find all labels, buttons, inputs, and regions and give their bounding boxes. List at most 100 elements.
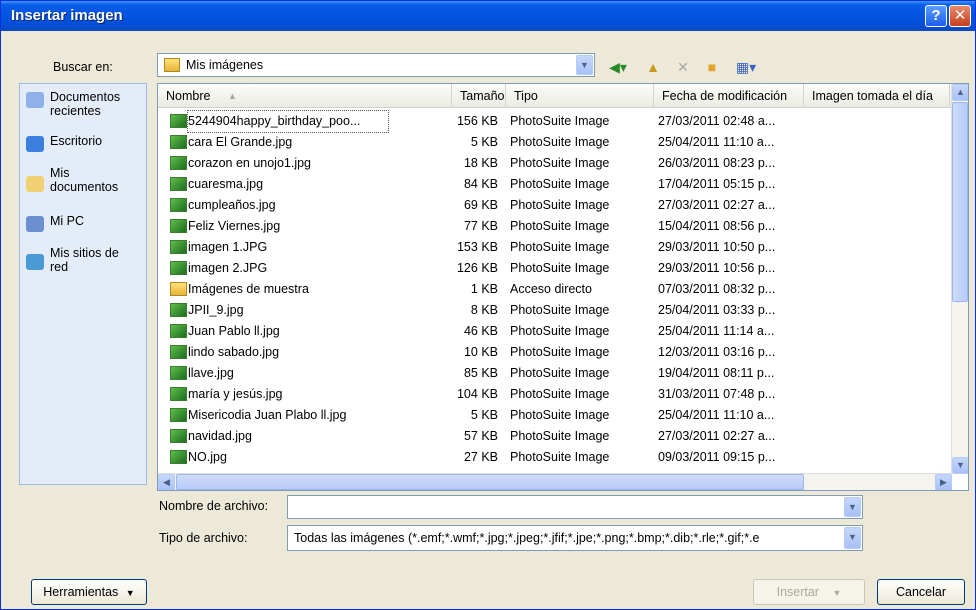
network-places-icon	[26, 254, 44, 270]
file-name: lindo sabado.jpg	[188, 345, 280, 359]
column-header-row: Nombre ▲ Tamaño Tipo Fecha de modificaci…	[158, 84, 968, 108]
new-folder-icon[interactable]: ■	[701, 57, 723, 77]
list-item[interactable]: Juan Pablo ll.jpg 46 KB PhotoSuite Image 25…	[166, 321, 946, 342]
vertical-scroll-thumb[interactable]	[952, 102, 968, 302]
back-icon[interactable]: ◀▾	[603, 57, 633, 77]
place-label: Mi PC	[50, 214, 85, 228]
file-name: Feliz Viernes.jpg	[188, 219, 281, 233]
up-folder-icon[interactable]: ▲	[641, 57, 665, 77]
horizontal-scrollbar[interactable]: ◀ ▶	[158, 473, 952, 490]
desktop-icon	[26, 136, 44, 152]
filetype-dropdown[interactable]: Todas las imágenes (*.emf;*.wmf;*.jpg;*.…	[287, 525, 863, 551]
file-type: PhotoSuite Image	[510, 219, 610, 233]
tools-button[interactable]: Herramientas ▼	[31, 579, 147, 605]
file-name: cara El Grande.jpg	[188, 135, 293, 149]
file-date: 07/03/2011 08:32 p...	[658, 282, 776, 296]
file-date: 19/04/2011 08:11 p...	[658, 366, 775, 380]
list-item[interactable]: lindo sabado.jpg 10 KB PhotoSuite Image 12/…	[166, 342, 946, 363]
list-item[interactable]: imagen 2.JPG 126 KB PhotoSuite Image 29/03/…	[166, 258, 946, 279]
file-type: PhotoSuite Image	[510, 198, 610, 212]
chevron-down-icon: ▼	[832, 588, 842, 598]
file-name: imagen 1.JPG	[188, 240, 268, 254]
help-button[interactable]: ?	[925, 5, 947, 27]
file-date: 15/04/2011 08:56 p...	[658, 219, 776, 233]
image-file-icon	[170, 135, 187, 149]
file-size: 5 KB	[470, 135, 498, 149]
chevron-down-icon[interactable]: ▼	[844, 497, 861, 517]
insert-button[interactable]: Insertar ▼	[753, 579, 865, 605]
my-documents-icon	[26, 176, 44, 192]
file-size: 27 KB	[463, 450, 498, 464]
file-date: 09/03/2011 09:15 p...	[658, 450, 776, 464]
recent-documents-icon	[26, 92, 44, 108]
place-mi-pc[interactable]: Mi PC	[20, 214, 146, 232]
place-escritorio[interactable]: Escritorio	[20, 134, 146, 152]
list-item[interactable]: JPII_9.jpg 8 KB PhotoSuite Image 25/04/2011…	[166, 300, 946, 321]
list-item[interactable]: llave.jpg 85 KB PhotoSuite Image 19/04/2011…	[166, 363, 946, 384]
image-file-icon	[170, 366, 187, 380]
file-date: 27/03/2011 02:27 a...	[658, 429, 776, 443]
place-mis-sitios-de-red[interactable]: Mis sitios de red	[20, 246, 146, 274]
file-name: imagen 2.JPG	[188, 261, 268, 275]
place-documentos-recientes[interactable]: Documentos recientes	[20, 90, 146, 118]
file-type: Acceso directo	[510, 282, 592, 296]
place-label: Mis sitios de	[50, 246, 119, 260]
file-list: Nombre ▲ Tamaño Tipo Fecha de modificaci…	[157, 83, 969, 491]
column-header-date[interactable]: Fecha de modificación	[654, 84, 804, 108]
place-mis-documentos[interactable]: Mis documentos	[20, 166, 146, 194]
list-item[interactable]: Feliz Viernes.jpg 77 KB PhotoSuite Image 15…	[166, 216, 946, 237]
scroll-right-icon[interactable]: ▶	[935, 474, 952, 490]
close-button[interactable]: ✕	[949, 5, 971, 27]
file-size: 46 KB	[463, 324, 498, 338]
dialog-title: Insertar imagen	[11, 7, 123, 24]
file-size: 69 KB	[463, 198, 498, 212]
horizontal-scroll-thumb[interactable]	[176, 474, 804, 490]
file-name: maría y jesús.jpg	[188, 387, 283, 401]
column-header-type[interactable]: Tipo	[506, 84, 654, 108]
file-type: PhotoSuite Image	[510, 387, 610, 401]
image-file-icon	[170, 156, 187, 170]
sort-ascending-icon: ▲	[228, 91, 237, 101]
file-size: 1 KB	[470, 282, 498, 296]
scroll-up-icon[interactable]: ▲	[952, 84, 968, 101]
list-item[interactable]: cara El Grande.jpg 5 KB PhotoSuite Image 25…	[166, 132, 946, 153]
chevron-down-icon[interactable]: ▼	[576, 55, 593, 75]
filename-input[interactable]: ▼	[287, 495, 863, 519]
list-item[interactable]: Misericodia Juan Plabo ll.jpg 5 KB PhotoSu…	[166, 405, 946, 426]
file-date: 25/04/2011 11:10 a...	[658, 135, 775, 149]
look-in-dropdown[interactable]: Mis imágenes ▼	[157, 53, 595, 77]
file-date: 12/03/2011 03:16 p...	[658, 345, 776, 359]
vertical-scrollbar[interactable]: ▲ ▼	[951, 84, 968, 474]
scroll-down-icon[interactable]: ▼	[952, 457, 968, 474]
file-date: 25/04/2011 03:33 p...	[658, 303, 776, 317]
column-header-taken[interactable]: Imagen tomada el día	[804, 84, 950, 108]
file-size: 18 KB	[463, 156, 498, 170]
file-date: 27/03/2011 02:27 a...	[658, 198, 776, 212]
file-date: 29/03/2011 10:56 p...	[658, 261, 776, 275]
list-item[interactable]: 5244904happy_birthday_poo... 156 KB PhotoS…	[166, 110, 946, 133]
list-item[interactable]: Imágenes de muestra 1 KB Acceso directo 07/…	[166, 279, 946, 300]
image-file-icon	[170, 345, 187, 359]
image-file-icon	[170, 408, 187, 422]
file-size: 57 KB	[463, 429, 498, 443]
list-item[interactable]: maría y jesús.jpg 104 KB PhotoSuite Image 3…	[166, 384, 946, 405]
list-item[interactable]: cumpleaños.jpg 69 KB PhotoSuite Image 27/03…	[166, 195, 946, 216]
file-name: NO.jpg	[188, 450, 227, 464]
cancel-button[interactable]: Cancelar	[877, 579, 965, 605]
file-type: PhotoSuite Image	[510, 303, 610, 317]
list-item[interactable]: imagen 1.JPG 153 KB PhotoSuite Image 29/03/…	[166, 237, 946, 258]
column-header-name[interactable]: Nombre ▲	[158, 84, 452, 108]
file-type: PhotoSuite Image	[510, 135, 610, 149]
delete-icon[interactable]: ✕	[673, 57, 693, 77]
column-header-size[interactable]: Tamaño	[452, 84, 506, 108]
filetype-value: Todas las imágenes (*.emf;*.wmf;*.jpg;*.…	[294, 531, 760, 545]
file-size: 153 KB	[456, 240, 498, 254]
list-item[interactable]: NO.jpg 27 KB PhotoSuite Image 09/03/2011 09…	[166, 447, 946, 468]
list-item[interactable]: cuaresma.jpg 84 KB PhotoSuite Image 17/04/2…	[166, 174, 946, 195]
list-item[interactable]: navidad.jpg 57 KB PhotoSuite Image 27/03/20…	[166, 426, 946, 447]
views-icon[interactable]: ▦▾	[731, 57, 761, 77]
list-item[interactable]: corazon en unojo1.jpg 18 KB PhotoSuite Ima…	[166, 153, 946, 174]
scroll-left-icon[interactable]: ◀	[158, 474, 175, 490]
file-name: Imágenes de muestra	[188, 282, 309, 296]
chevron-down-icon[interactable]: ▼	[844, 527, 861, 549]
